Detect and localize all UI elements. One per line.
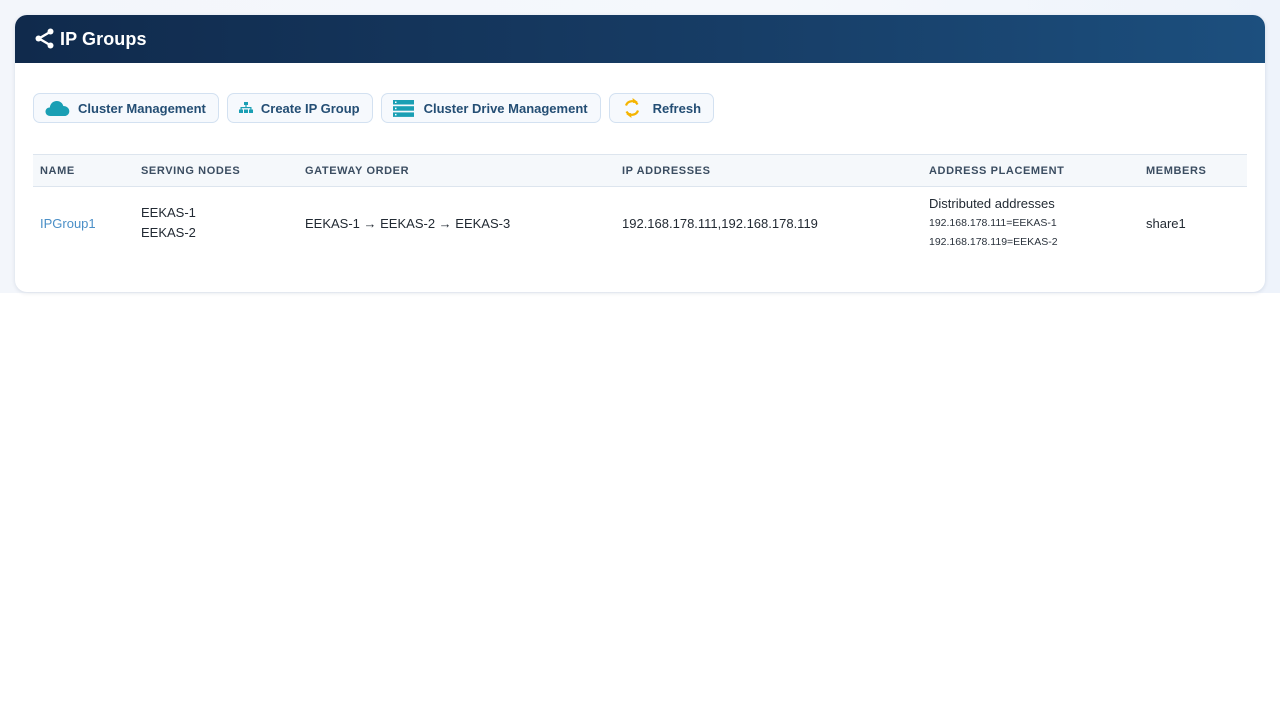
cluster-management-label: Cluster Management bbox=[78, 100, 206, 116]
create-ip-group-label: Create IP Group bbox=[260, 100, 360, 116]
refresh-button[interactable]: Refresh bbox=[608, 93, 715, 123]
cell-address-placement: Distributed addresses 192.168.178.111=EE… bbox=[922, 187, 1139, 260]
sitemap-icon bbox=[238, 102, 253, 114]
ip-group-link[interactable]: IPGroup1 bbox=[40, 216, 96, 231]
table-row: IPGroup1 EEKAS-1 EEKAS-2 EEKAS-1 → EEKAS… bbox=[33, 187, 1247, 260]
toolbar: Cluster Management Create IP Group Clust… bbox=[33, 93, 715, 123]
ip-groups-panel: IP Groups Cluster Management Create IP G… bbox=[15, 15, 1265, 292]
cell-ip-addresses: 192.168.178.111,192.168.178.119 bbox=[622, 215, 818, 231]
table-header-row: NAME SERVING NODES GATEWAY ORDER IP ADDR… bbox=[33, 154, 1247, 187]
refresh-label: Refresh bbox=[652, 100, 702, 116]
cloud-icon bbox=[45, 99, 70, 117]
cluster-drive-management-button[interactable]: Cluster Drive Management bbox=[380, 93, 601, 123]
page-title: IP Groups bbox=[60, 28, 147, 49]
serving-node: EEKAS-1 bbox=[141, 205, 196, 221]
cell-name: IPGroup1 bbox=[33, 187, 134, 260]
server-icon bbox=[392, 99, 414, 117]
cluster-drive-management-label: Cluster Drive Management bbox=[423, 100, 588, 116]
ip-groups-table: NAME SERVING NODES GATEWAY ORDER IP ADDR… bbox=[33, 154, 1247, 260]
cluster-management-button[interactable]: Cluster Management bbox=[33, 93, 219, 123]
cell-serving-nodes: EEKAS-1 EEKAS-2 bbox=[134, 187, 298, 260]
address-placement-title: Distributed addresses bbox=[929, 196, 1055, 212]
cell-gateway-order: EEKAS-1 → EEKAS-2 → EEKAS-3 bbox=[305, 215, 511, 231]
address-placement-entry: 192.168.178.119=EEKAS-2 bbox=[929, 236, 1058, 249]
column-header-address-placement[interactable]: ADDRESS PLACEMENT bbox=[922, 154, 1139, 187]
column-header-serving-nodes[interactable]: SERVING NODES bbox=[134, 154, 298, 187]
refresh-icon bbox=[623, 97, 641, 119]
column-header-ip-addresses[interactable]: IP ADDRESSES bbox=[615, 154, 922, 187]
column-header-name[interactable]: NAME bbox=[33, 154, 134, 187]
column-header-members[interactable]: MEMBERS bbox=[1139, 154, 1247, 187]
create-ip-group-button[interactable]: Create IP Group bbox=[226, 93, 373, 123]
panel-header: IP Groups bbox=[15, 15, 1265, 63]
column-header-gateway-order[interactable]: GATEWAY ORDER bbox=[298, 154, 615, 187]
serving-node: EEKAS-2 bbox=[141, 225, 196, 241]
share-icon bbox=[35, 28, 55, 50]
cell-members: share1 bbox=[1146, 215, 1186, 231]
address-placement-entry: 192.168.178.111=EEKAS-1 bbox=[929, 217, 1057, 230]
